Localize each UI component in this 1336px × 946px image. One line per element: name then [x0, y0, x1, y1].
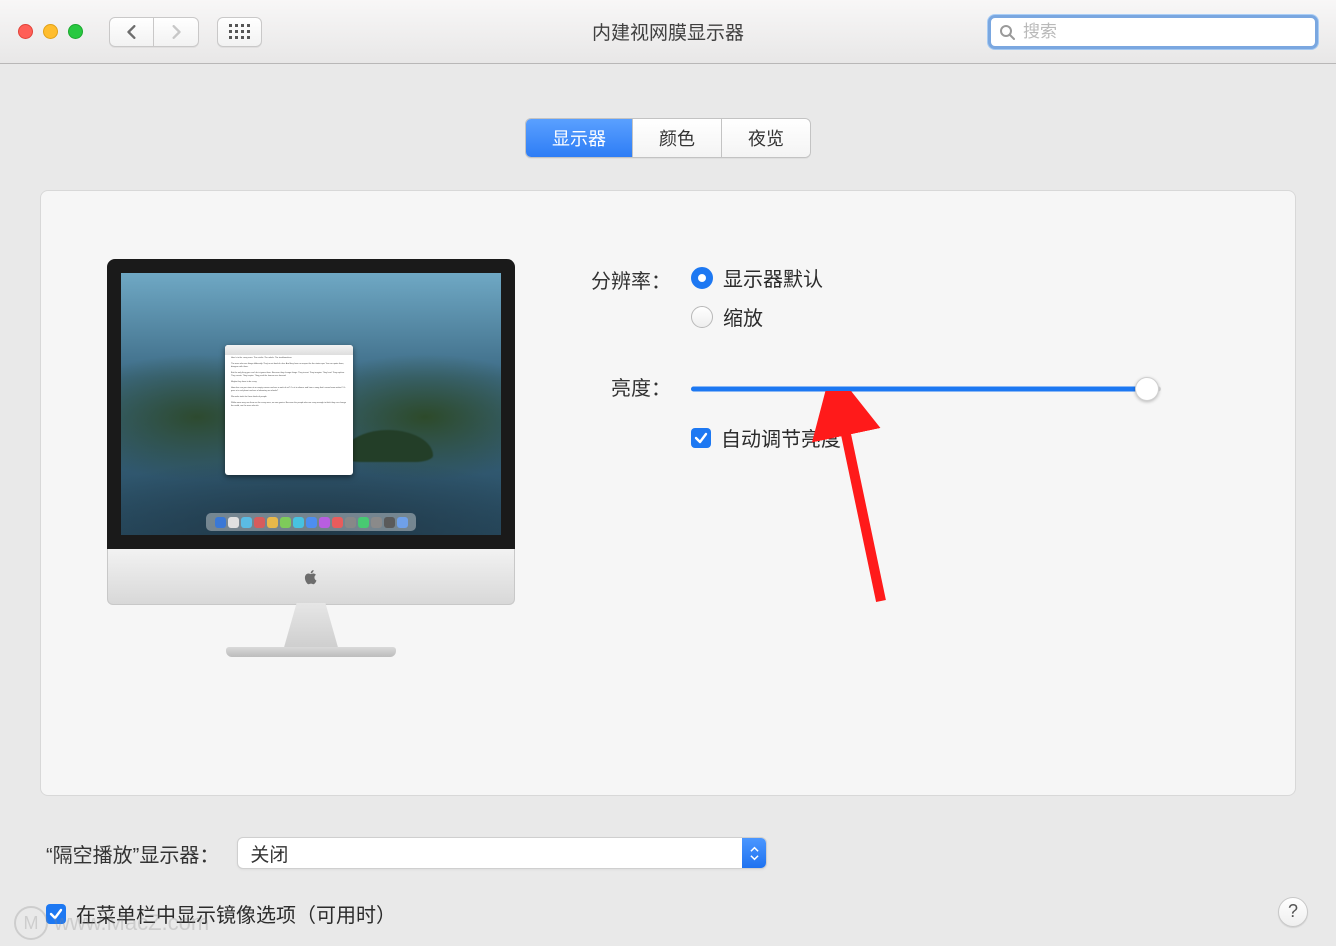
display-illustration: Here's to the crazy ones. The misfits. T…: [101, 259, 521, 755]
watermark-logo-icon: M: [14, 906, 48, 940]
checkbox-checked-icon: [691, 428, 711, 448]
resolution-label: 分辨率：: [571, 263, 671, 294]
tab-color[interactable]: 颜色: [632, 119, 721, 157]
search-field[interactable]: [988, 15, 1318, 49]
window-toolbar: 内建视网膜显示器: [0, 0, 1336, 64]
mirror-menu-checkbox[interactable]: 在菜单栏中显示镜像选项（可用时）: [46, 899, 396, 928]
slider-thumb[interactable]: [1135, 377, 1159, 401]
resolution-scaled-radio[interactable]: 缩放: [691, 302, 1255, 331]
radio-indicator-icon: [691, 306, 713, 328]
search-input[interactable]: [1021, 21, 1307, 43]
resolution-default-radio[interactable]: 显示器默认: [691, 263, 1255, 292]
minimize-window-button[interactable]: [43, 24, 58, 39]
settings-column: 分辨率： 显示器默认 缩放 亮度：: [571, 263, 1255, 755]
dock-thumbnail: [206, 513, 416, 531]
mirror-row: 在菜单栏中显示镜像选项（可用时） ?: [46, 895, 1308, 928]
help-button-label: ?: [1288, 901, 1298, 922]
resolution-row: 分辨率： 显示器默认 缩放: [571, 263, 1255, 341]
auto-brightness-label: 自动调节亮度: [721, 423, 841, 452]
apple-logo-icon: [302, 568, 320, 586]
airplay-label: “隔空播放”显示器：: [46, 839, 219, 868]
brightness-slider[interactable]: [691, 377, 1161, 401]
chevron-right-icon: [169, 25, 183, 39]
imac-base: [226, 647, 396, 657]
airplay-select[interactable]: 关闭: [237, 837, 767, 869]
close-window-button[interactable]: [18, 24, 33, 39]
back-button[interactable]: [109, 17, 154, 47]
settings-panel: Here's to the crazy ones. The misfits. T…: [40, 190, 1296, 796]
tab-display[interactable]: 显示器: [526, 119, 632, 157]
imac-stand: [263, 603, 359, 647]
zoom-window-button[interactable]: [68, 24, 83, 39]
help-button[interactable]: ?: [1278, 897, 1308, 927]
slider-fill: [691, 387, 1147, 392]
checkbox-checked-icon: [46, 904, 66, 924]
textedit-window-thumbnail: Here's to the crazy ones. The misfits. T…: [225, 345, 353, 475]
radio-indicator-icon: [691, 267, 713, 289]
grid-icon: [229, 24, 250, 39]
imac-screen: Here's to the crazy ones. The misfits. T…: [107, 259, 515, 549]
tab-bar: 显示器 颜色 夜览: [0, 118, 1336, 158]
traffic-lights: [18, 24, 83, 39]
window-body: 显示器 颜色 夜览 Here's to the crazy ones. The …: [0, 118, 1336, 946]
airplay-row: “隔空播放”显示器： 关闭: [46, 837, 1308, 869]
mirror-menu-label: 在菜单栏中显示镜像选项（可用时）: [76, 899, 396, 928]
search-icon: [999, 24, 1015, 40]
select-stepper-icon: [742, 838, 766, 868]
imac-chin: [107, 549, 515, 605]
brightness-row: 亮度：: [571, 369, 1255, 401]
footer: “隔空播放”显示器： 关闭 在菜单栏中显示镜像选项（可用时） ?: [46, 837, 1308, 928]
nav-back-forward: [109, 17, 199, 47]
resolution-scaled-label: 缩放: [723, 302, 763, 331]
show-all-prefs-button[interactable]: [217, 17, 262, 47]
auto-brightness-row: 自动调节亮度: [571, 419, 1255, 452]
chevron-left-icon: [125, 25, 139, 39]
tab-night-shift[interactable]: 夜览: [721, 119, 810, 157]
airplay-select-value: 关闭: [250, 840, 288, 867]
resolution-default-label: 显示器默认: [723, 263, 823, 292]
forward-button[interactable]: [154, 17, 199, 47]
auto-brightness-checkbox[interactable]: 自动调节亮度: [691, 423, 1255, 452]
brightness-label: 亮度：: [571, 370, 671, 401]
